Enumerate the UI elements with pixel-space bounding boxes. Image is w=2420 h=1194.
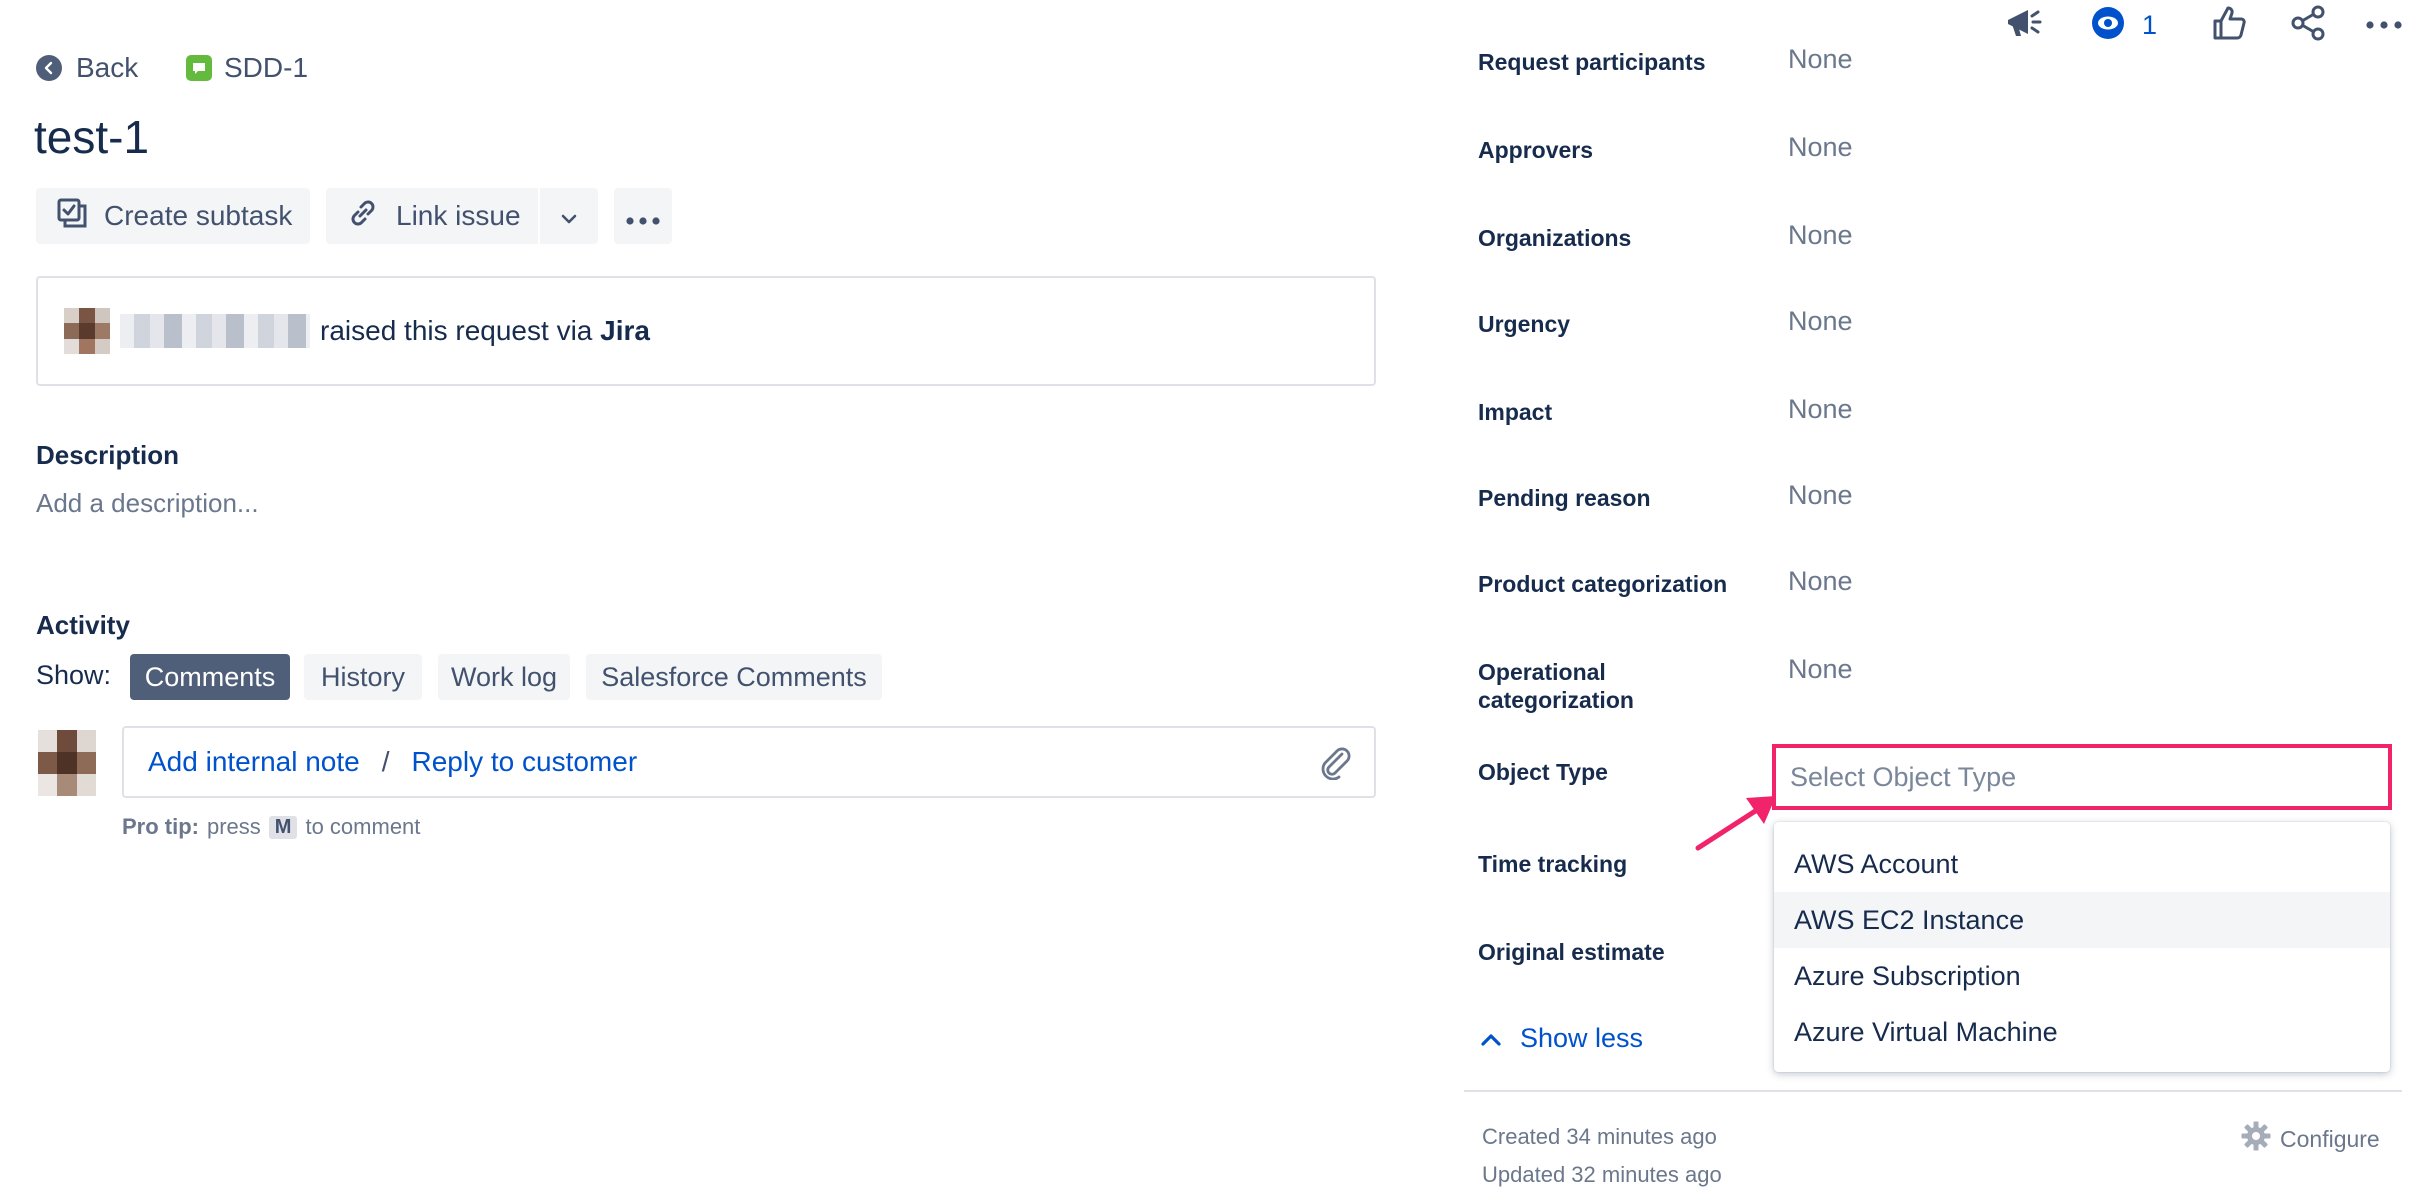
add-internal-note-link[interactable]: Add internal note	[148, 746, 360, 778]
raised-channel: Jira	[600, 315, 650, 346]
field-label-urgency: Urgency	[1478, 311, 1571, 337]
created-timestamp: Created 34 minutes ago	[1482, 1124, 1717, 1149]
comment-separator: /	[381, 746, 390, 777]
issue-key-link[interactable]: SDD-1	[186, 48, 308, 88]
field-label-product-categorization: Product categorization	[1478, 571, 1728, 597]
current-user-avatar	[38, 730, 96, 796]
issue-key: SDD-1	[224, 52, 309, 83]
paperclip-icon[interactable]	[1318, 744, 1352, 787]
link-icon	[346, 196, 380, 237]
field-label-time-tracking: Time tracking	[1478, 851, 1628, 877]
field-label-operational-categorization: Operational categorization	[1478, 658, 1634, 714]
field-label-object-type: Object Type	[1478, 759, 1608, 785]
share-icon	[2290, 5, 2326, 46]
share-button[interactable]	[2290, 0, 2326, 50]
chevron-down-icon	[560, 200, 578, 232]
more-icon	[626, 200, 660, 232]
link-issue-label: Link issue	[396, 200, 521, 231]
dropdown-option[interactable]: Azure Subscription	[1774, 948, 2390, 1004]
object-type-select[interactable]: Select Object Type	[1772, 744, 2392, 810]
field-value-urgency[interactable]: None	[1788, 306, 1853, 337]
back-label: Back	[76, 52, 139, 83]
feedback-button[interactable]	[2004, 0, 2044, 50]
subtask-icon	[56, 197, 88, 236]
field-value-product-categorization[interactable]: None	[1788, 566, 1853, 597]
tab-work-log[interactable]: Work log	[438, 654, 570, 700]
chevron-up-icon	[1480, 1023, 1502, 1054]
activity-show-label: Show:	[36, 659, 112, 690]
raised-text: raised this request via	[320, 315, 593, 346]
tab-comments[interactable]: Comments	[130, 654, 290, 700]
back-arrow-icon	[36, 55, 62, 81]
configure-button[interactable]: Configure	[2240, 1120, 2380, 1158]
field-value-operational-categorization[interactable]: None	[1788, 654, 1853, 685]
pro-tip-label: Pro tip:	[122, 814, 199, 839]
field-value-approvers[interactable]: None	[1788, 132, 1853, 163]
issue-more-button[interactable]	[2366, 0, 2402, 50]
field-label-operational-line1: Operational	[1478, 659, 1606, 685]
activity-heading: Activity	[36, 610, 130, 640]
link-issue-dropdown-button[interactable]	[540, 188, 598, 244]
field-value-organizations[interactable]: None	[1788, 220, 1853, 251]
pro-tip-press: press	[207, 814, 261, 839]
reporter-avatar	[64, 308, 110, 354]
annotation-arrow-icon	[1695, 796, 1776, 851]
link-issue-button[interactable]: Link issue	[326, 188, 538, 244]
more-icon	[2366, 16, 2402, 34]
tab-history[interactable]: History	[304, 654, 422, 700]
field-value-impact[interactable]: None	[1788, 394, 1853, 425]
field-label-impact: Impact	[1478, 399, 1553, 425]
field-label-approvers: Approvers	[1478, 137, 1594, 163]
dropdown-option[interactable]: AWS EC2 Instance	[1774, 892, 2390, 948]
gear-icon	[2240, 1120, 2272, 1158]
create-subtask-label: Create subtask	[104, 200, 293, 231]
back-link[interactable]: Back	[36, 48, 138, 88]
watch-button[interactable]: 1	[2090, 0, 2157, 50]
dropdown-option[interactable]: AWS Account	[1774, 836, 2390, 892]
request-reporter-panel: raised this request via Jira	[36, 276, 1376, 386]
object-type-placeholder: Select Object Type	[1790, 761, 2017, 792]
configure-label: Configure	[2280, 1125, 2380, 1152]
field-label-operational-line2: categorization	[1478, 687, 1634, 713]
watch-eye-icon	[2090, 5, 2126, 46]
announcement-icon	[2004, 4, 2044, 47]
footer-divider	[1464, 1090, 2402, 1092]
description-field[interactable]: Add a description...	[36, 488, 259, 519]
issue-title[interactable]: test-1	[34, 110, 149, 164]
field-value-pending-reason[interactable]: None	[1788, 480, 1853, 511]
tab-salesforce-comments[interactable]: Salesforce Comments	[586, 654, 882, 700]
comment-composer: Add internal note / Reply to customer	[122, 726, 1376, 798]
field-label-organizations: Organizations	[1478, 225, 1632, 251]
reporter-name-redacted	[120, 314, 310, 348]
reply-to-customer-link[interactable]: Reply to customer	[412, 746, 638, 778]
more-actions-button[interactable]	[614, 188, 672, 244]
pro-tip-key: M	[268, 815, 298, 839]
object-type-dropdown-menu: AWS Account AWS EC2 Instance Azure Subsc…	[1774, 822, 2390, 1072]
pro-tip: Pro tip: press M to comment	[122, 814, 420, 840]
show-less-label: Show less	[1520, 1022, 1644, 1053]
service-request-icon	[186, 55, 212, 81]
field-label-request-participants: Request participants	[1478, 49, 1706, 75]
show-less-button[interactable]: Show less	[1480, 1018, 1643, 1058]
thumbs-up-icon	[2210, 4, 2248, 47]
field-label-pending-reason: Pending reason	[1478, 485, 1651, 511]
field-value-request-participants[interactable]: None	[1788, 44, 1853, 75]
watch-count: 1	[2142, 9, 2158, 40]
pro-tip-suffix: to comment	[305, 814, 421, 839]
field-label-original-estimate: Original estimate	[1478, 939, 1665, 965]
vote-button[interactable]	[2210, 0, 2248, 50]
dropdown-option[interactable]: Azure Virtual Machine	[1774, 1004, 2390, 1060]
updated-timestamp: Updated 32 minutes ago	[1482, 1162, 1722, 1187]
create-subtask-button[interactable]: Create subtask	[36, 188, 310, 244]
description-heading: Description	[36, 440, 180, 470]
